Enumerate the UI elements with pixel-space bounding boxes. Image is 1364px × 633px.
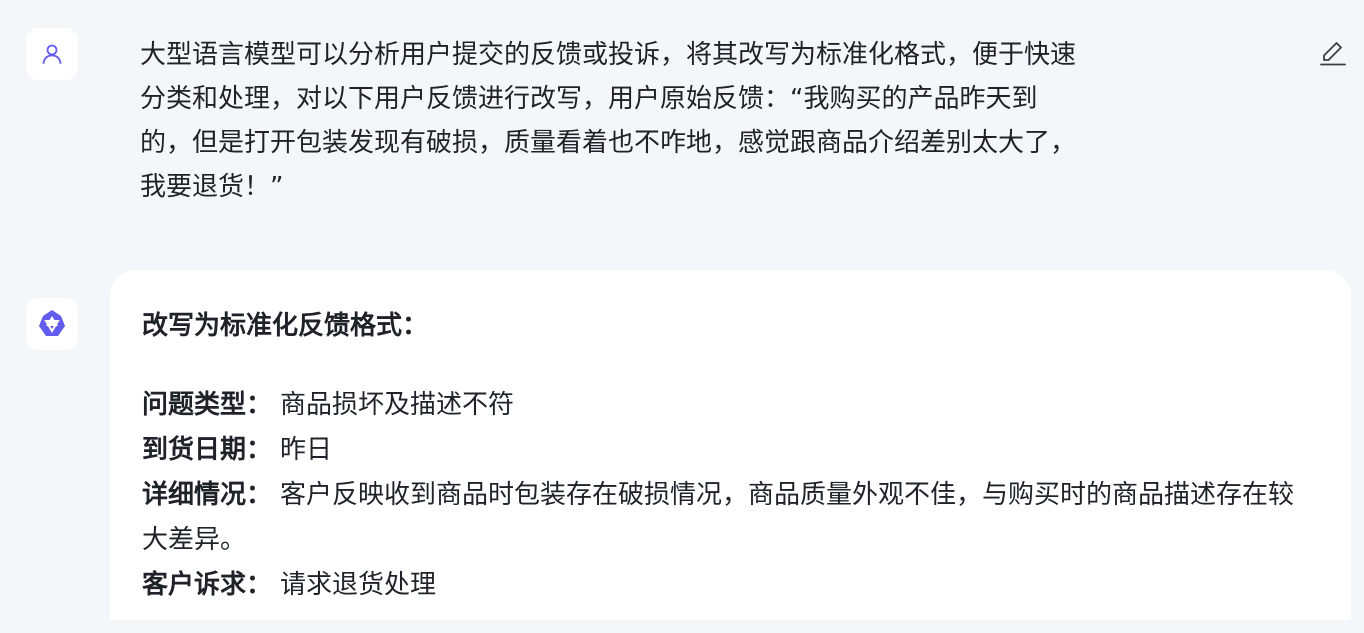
response-fields: 问题类型： 商品损坏及描述不符 到货日期： 昨日 详细情况： 客户反映收到商品时包装存… [142,383,1302,608]
user-message: 大型语言模型可以分析用户提交的反馈或投诉，将其改写为标准化格式，便于快速 分类和… [140,33,1260,209]
pencil-icon [1320,42,1346,66]
edit-message-button[interactable] [1318,38,1348,68]
user-message-line: 我要退货！” [140,172,284,202]
field-row: 到货日期： 昨日 [142,428,1302,473]
user-message-line: 分类和处理，对以下用户反馈进行改写，用户原始反馈：“我购买的产品昨天到 [140,84,1038,114]
field-label: 客户诉求： [142,570,273,600]
field-value: 昨日 [280,435,333,465]
field-value: 商品损坏及描述不符 [280,390,515,420]
field-value: 请求退货处理 [280,570,437,600]
field-value: 客户反映收到商品时包装存在破损情况，商品质量外观不佳，与购买时的商品描述存在较大… [142,480,1295,555]
response-title: 改写为标准化反馈格式： [142,311,429,341]
user-avatar [26,28,78,80]
field-label: 问题类型： [142,390,273,420]
user-icon [42,44,62,64]
field-row: 客户诉求： 请求退货处理 [142,563,1302,608]
field-row: 详细情况： 客户反映收到商品时包装存在破损情况，商品质量外观不佳，与购买时的商品描… [142,473,1302,563]
field-label: 到货日期： [142,435,273,465]
user-message-line: 大型语言模型可以分析用户提交的反馈或投诉，将其改写为标准化格式，便于快速 [140,40,1077,70]
ai-logo-icon [39,310,65,336]
user-message-line: 的，但是打开包装发现有破损，质量看着也不咋地，感觉跟商品介绍差别太大了， [140,128,1077,158]
ai-response-card: 改写为标准化反馈格式： 问题类型： 商品损坏及描述不符 到货日期： 昨日 详细情况：… [110,270,1351,620]
field-label: 详细情况： [142,480,273,510]
ai-avatar [26,298,78,350]
field-row: 问题类型： 商品损坏及描述不符 [142,383,1302,428]
